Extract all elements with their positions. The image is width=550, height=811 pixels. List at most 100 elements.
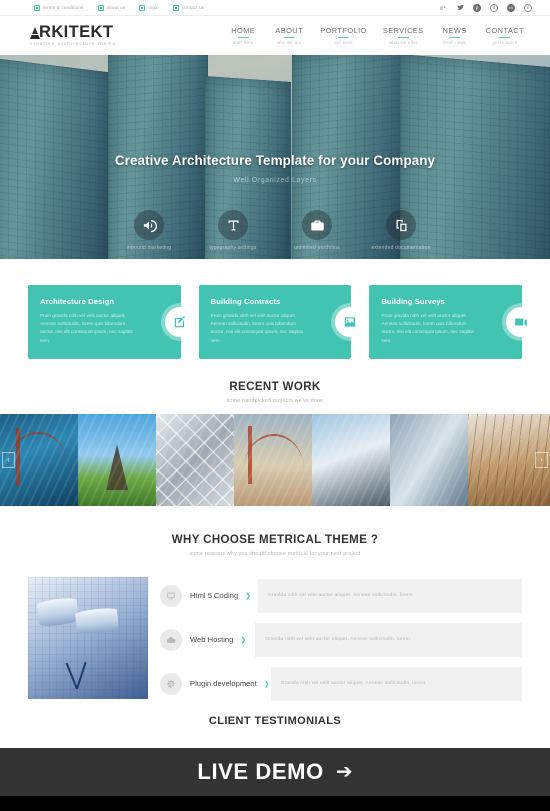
feature-web-hosting[interactable]: Web Hosting ❯ Gravida nibh vel velit auc… xyxy=(160,622,522,657)
layers-icon xyxy=(386,210,416,240)
service-card-architecture-design[interactable]: Architecture Design Proin gravida nibh v… xyxy=(28,285,195,359)
feature-plugin-development[interactable]: Plugin development ❯ Gravida nibh vel ve… xyxy=(160,666,522,701)
hero-feature-documentation[interactable]: extended documentation xyxy=(370,210,432,253)
hero-feature-typography[interactable]: typography settings xyxy=(202,210,264,253)
arrow-right-icon: ➔ xyxy=(335,761,353,783)
testimonials-section: CLIENT TESTIMONIALS xyxy=(0,700,550,727)
services-section: Architecture Design Proin gravida nibh v… xyxy=(0,259,550,359)
square-link-icon xyxy=(34,4,40,11)
nav-underline xyxy=(499,37,511,39)
carousel-slide-facade-pattern[interactable] xyxy=(156,413,234,506)
nav-sublabel: who we are xyxy=(276,40,302,46)
topbar-link-label: terms & conditions xyxy=(43,5,84,10)
linkedin-icon[interactable]: in xyxy=(507,3,515,12)
nav-sublabel: our work xyxy=(334,40,353,46)
facebook-icon[interactable]: f xyxy=(524,3,532,12)
nav-underline xyxy=(338,37,350,39)
image-icon xyxy=(335,306,366,337)
nav-sublabel: fresh news xyxy=(443,40,467,46)
nav-item-about[interactable]: ABOUT who we are xyxy=(266,26,312,46)
feature-label: Plugin development xyxy=(190,679,257,689)
carousel-slide-golden-gate[interactable] xyxy=(234,413,312,506)
service-card-building-surveys[interactable]: Building Surveys Proin gravida nibh vel … xyxy=(369,285,537,359)
carousel-prev-button[interactable]: ‹ xyxy=(2,451,15,468)
pinterest-icon[interactable]: p xyxy=(473,3,481,12)
carousel-slide-eiffel[interactable] xyxy=(78,413,156,506)
logo-text: RKITEKT xyxy=(39,23,114,42)
carousel-slide-office-building[interactable] xyxy=(312,413,390,506)
nav-label: ABOUT xyxy=(275,25,304,35)
logo-tagline: creative architecture theme xyxy=(30,40,117,46)
hero-banner: Creative Architecture Template for your … xyxy=(0,55,550,259)
carousel-slide-glass-facade[interactable] xyxy=(390,413,468,506)
live-demo-bar[interactable]: LIVE DEMO ➔ xyxy=(0,748,550,796)
why-choose-section: WHY CHOOSE METRICAL THEME ? some reasons… xyxy=(0,505,550,701)
topbar-link-terms[interactable]: terms & conditions xyxy=(34,4,84,11)
square-link-icon xyxy=(97,4,104,11)
nav-item-news[interactable]: NEWS fresh news xyxy=(432,26,478,46)
bottom-black-bar xyxy=(0,796,550,811)
dribbble-icon[interactable]: d xyxy=(490,3,498,12)
carousel-next-button[interactable]: › xyxy=(535,451,548,468)
feature-label: Html 5 Coding xyxy=(190,591,239,601)
topbar-link-about[interactable]: about us xyxy=(97,4,126,11)
nav-item-portfolio[interactable]: PORTFOLIO our work xyxy=(312,26,375,46)
service-text: Proin gravida nibh vel velit auctor aliq… xyxy=(381,313,474,343)
nav-sublabel: what we offer xyxy=(388,40,418,46)
chevron-right-icon: ❯ xyxy=(240,636,247,644)
feature-text: Gravida nibh vel velit auctor aliquet. A… xyxy=(258,578,522,613)
nav-sublabel: start here xyxy=(232,40,254,46)
square-link-icon xyxy=(139,4,146,11)
main-nav: HOME start here ABOUT who we are PORTFOL… xyxy=(220,26,532,46)
hero-feature-inbound-marketing[interactable]: inbound marketing xyxy=(118,210,180,253)
pencil-edit-icon xyxy=(164,306,195,337)
gear-icon xyxy=(160,672,182,695)
service-title: Architecture Design xyxy=(40,297,115,306)
google-plus-icon[interactable]: g+ xyxy=(439,4,447,12)
nav-label: CONTACT xyxy=(485,25,524,35)
feature-text: Gravida nibh vel velit auctor aliquet. A… xyxy=(255,622,522,657)
site-header: RKITEKT creative architecture theme HOME… xyxy=(0,16,550,55)
logo: RKITEKT xyxy=(30,24,116,41)
megaphone-icon xyxy=(134,210,164,240)
topbar-link-label: login xyxy=(148,5,159,10)
feature-label: Web Hosting xyxy=(190,635,234,645)
blueprint-photo xyxy=(28,576,148,699)
topbar-link-label: about us xyxy=(106,5,126,10)
nav-item-contact[interactable]: CONTACT get in touch xyxy=(478,26,532,46)
why-choose-header: WHY CHOOSE METRICAL THEME ? some reasons… xyxy=(0,512,550,567)
nav-item-services[interactable]: SERVICES what we offer xyxy=(375,26,432,46)
cloud-icon xyxy=(160,628,182,651)
service-title: Building Contracts xyxy=(210,297,281,306)
recent-work-title: RECENT WORK xyxy=(229,380,321,393)
recent-work-header: RECENT WORK some handpicked projects we'… xyxy=(0,359,550,414)
nav-label: PORTFOLIO xyxy=(320,25,367,35)
chevron-right-icon: ❯ xyxy=(263,680,270,688)
why-choose-subtitle: some reasons why you should choose metri… xyxy=(189,550,361,557)
topbar-link-contact[interactable]: contact us xyxy=(172,4,204,11)
feature-html5-coding[interactable]: Html 5 Coding ❯ Gravida nibh vel velit a… xyxy=(160,578,522,613)
hero-feature-label: inbound marketing xyxy=(126,245,172,251)
social-links: g+ p d in f xyxy=(439,3,532,12)
nav-underline xyxy=(449,37,461,39)
monitor-icon xyxy=(160,584,182,607)
twitter-icon[interactable] xyxy=(456,4,464,12)
nav-underline xyxy=(237,37,249,39)
testimonials-title: CLIENT TESTIMONIALS xyxy=(208,714,342,727)
hero-title: Creative Architecture Template for your … xyxy=(114,153,436,168)
live-demo-label: LIVE DEMO xyxy=(197,759,324,784)
logo-link[interactable]: RKITEKT creative architecture theme xyxy=(30,24,116,46)
why-choose-body: Html 5 Coding ❯ Gravida nibh vel velit a… xyxy=(0,567,550,701)
hero-feature-label: unlimited portfolios xyxy=(294,245,340,251)
hero-subtitle: Well Organized Layers xyxy=(233,177,317,184)
topbar-link-login[interactable]: login xyxy=(139,4,159,11)
nav-item-home[interactable]: HOME start here xyxy=(220,26,266,46)
hero-feature-portfolios[interactable]: unlimited portfolios xyxy=(286,210,348,253)
nav-underline xyxy=(283,37,295,39)
service-card-building-contracts[interactable]: Building Contracts Proin gravida nibh ve… xyxy=(198,285,366,359)
hero-feature-list: inbound marketing typography settings un… xyxy=(0,210,550,253)
compass-triangle-icon xyxy=(30,26,40,39)
service-text: Proin gravida nibh vel velit auctor aliq… xyxy=(210,313,304,343)
nav-label: NEWS xyxy=(442,25,467,35)
nav-label: HOME xyxy=(231,25,256,35)
